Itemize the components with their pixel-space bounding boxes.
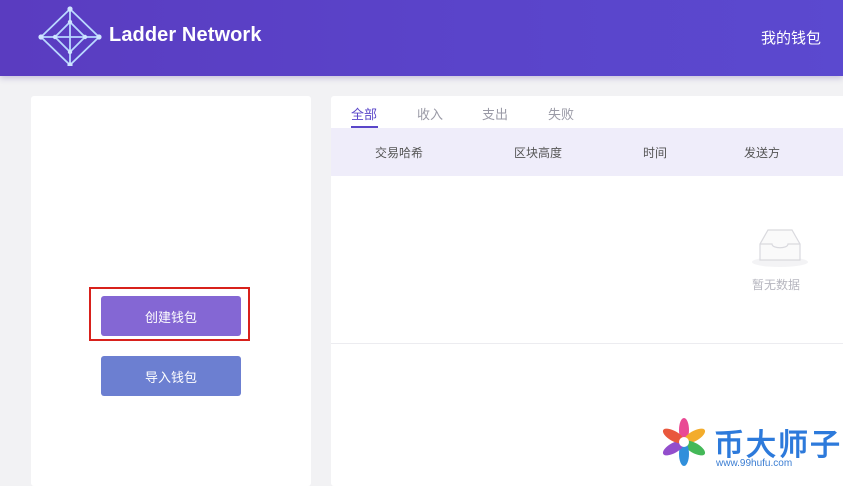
- create-wallet-button[interactable]: 创建钱包: [101, 296, 241, 336]
- import-wallet-button[interactable]: 导入钱包: [101, 356, 241, 396]
- tab-expense[interactable]: 支出: [482, 104, 508, 123]
- ladder-network-logo-icon[interactable]: [38, 6, 102, 66]
- column-header-sender: 发送方: [744, 146, 781, 160]
- tab-failed[interactable]: 失败: [548, 104, 574, 123]
- watermark-url: www.99hufu.com: [716, 458, 793, 469]
- divider: [331, 343, 843, 344]
- tab-income[interactable]: 收入: [417, 104, 443, 123]
- top-header: Ladder Network 我的钱包: [0, 0, 843, 76]
- tab-all[interactable]: 全部: [351, 104, 377, 123]
- flower-logo-icon: [662, 418, 706, 466]
- transaction-tabs: 全部 收入 支出 失败: [331, 96, 843, 128]
- site-watermark: 币大师子 www.99hufu.com: [656, 412, 843, 474]
- table-header: 交易哈希 区块高度 时间 发送方: [331, 128, 843, 176]
- empty-inbox-icon: [752, 229, 808, 267]
- brand-name: Ladder Network: [109, 24, 262, 46]
- column-header-block-height: 区块高度: [514, 146, 563, 160]
- empty-state-text: 暂无数据: [752, 278, 801, 292]
- column-header-tx-hash: 交易哈希: [375, 146, 424, 160]
- my-wallet-link[interactable]: 我的钱包: [761, 27, 821, 48]
- column-header-time: 时间: [643, 146, 668, 160]
